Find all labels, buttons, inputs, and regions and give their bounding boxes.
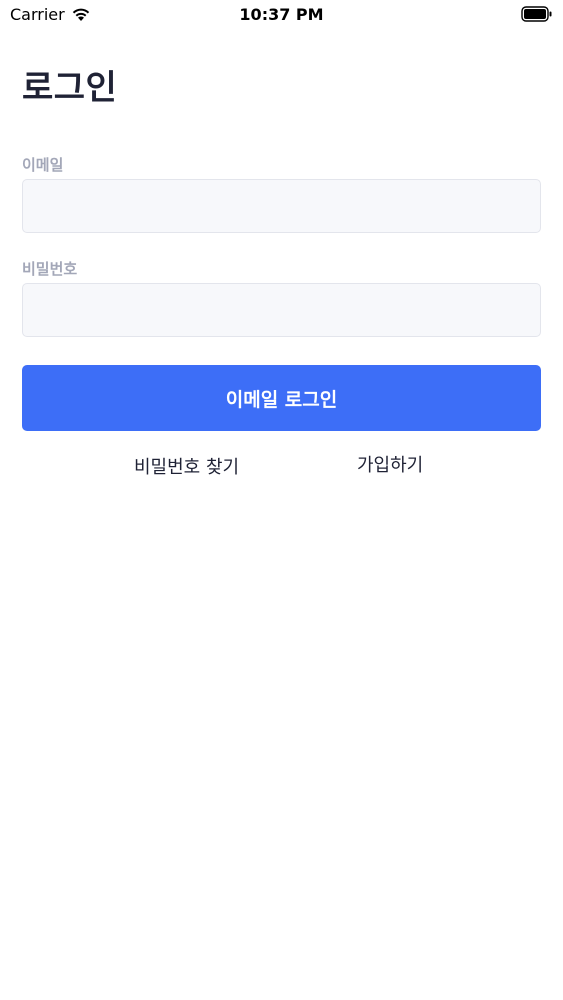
status-time: 10:37 PM <box>239 5 324 24</box>
password-input[interactable] <box>22 283 541 337</box>
email-login-button[interactable]: 이메일 로그인 <box>22 365 541 431</box>
email-input[interactable] <box>22 179 541 233</box>
email-label: 이메일 <box>22 156 64 174</box>
signup-link[interactable]: 가입하기 <box>357 451 423 477</box>
status-bar: Carrier 10:37 PM <box>0 0 563 30</box>
password-label: 비밀번호 <box>22 260 78 278</box>
page-title: 로그인 <box>22 68 118 108</box>
battery-icon <box>521 6 553 22</box>
find-password-link[interactable]: 비밀번호 찾기 <box>134 453 239 479</box>
status-right <box>521 6 553 22</box>
